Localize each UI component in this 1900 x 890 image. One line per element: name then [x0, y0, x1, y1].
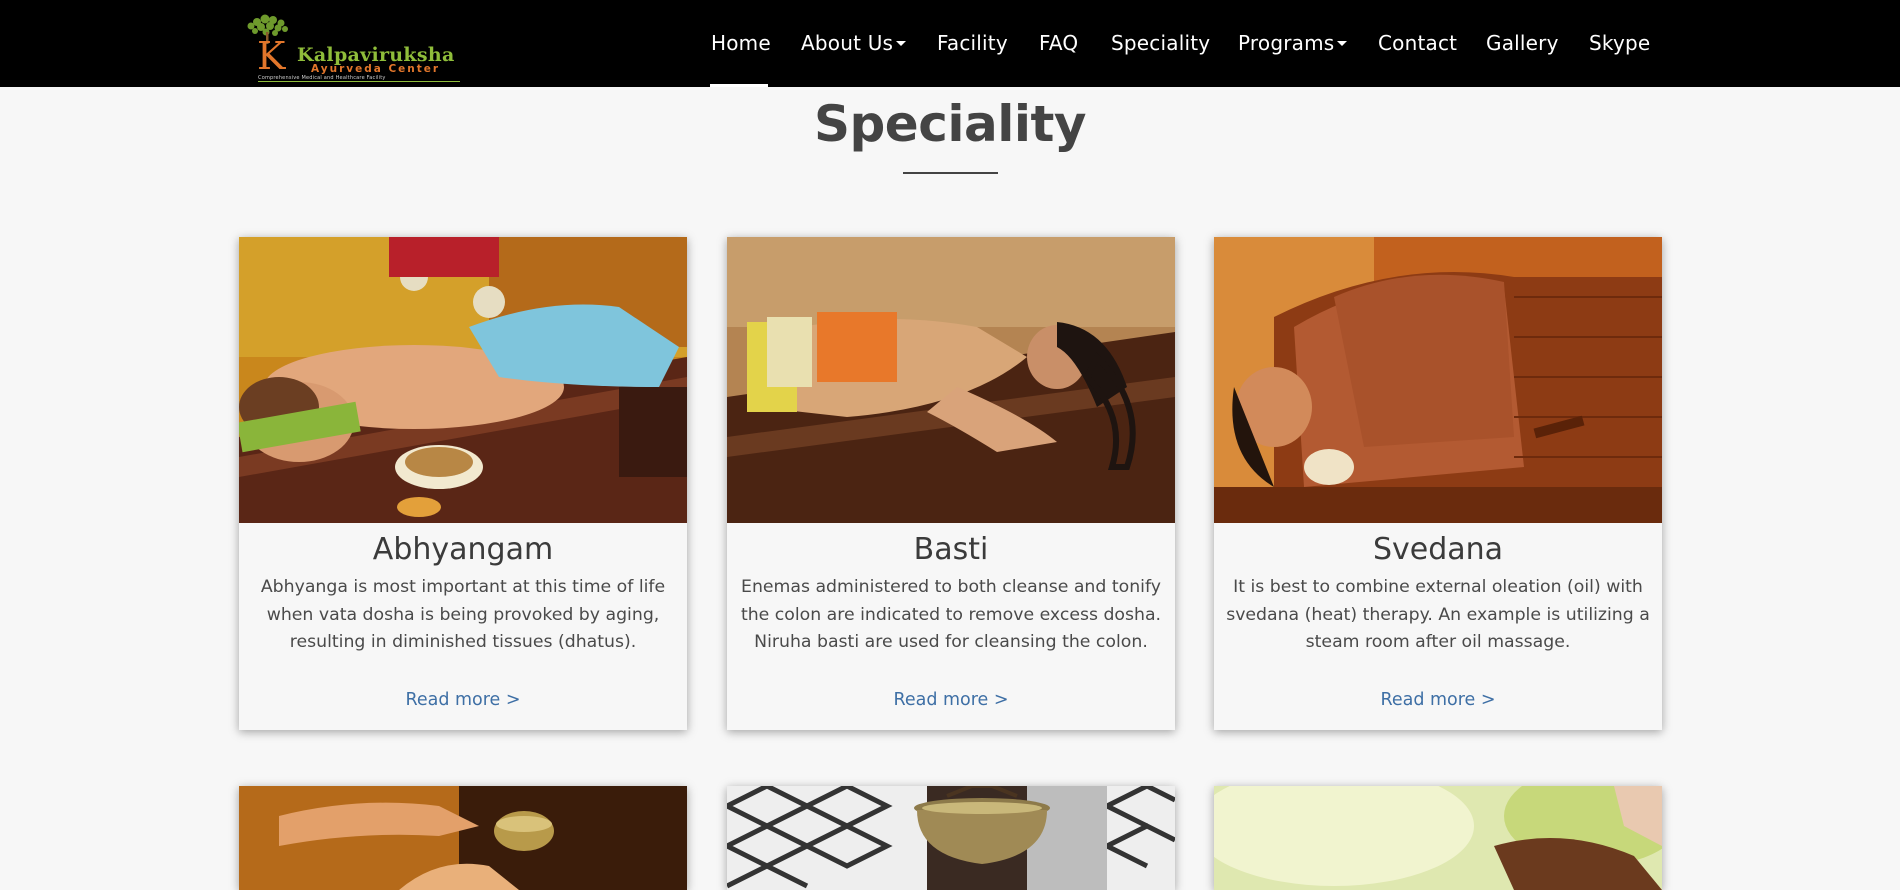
- nav-gallery[interactable]: Gallery: [1486, 30, 1559, 56]
- speciality-card-row2-1: [239, 786, 687, 890]
- card-description: It is best to combine external oleation …: [1226, 577, 1650, 652]
- basti-photo: [727, 237, 1175, 523]
- logo-title: Kalpaviruksha: [297, 44, 455, 66]
- logo-letter: K: [257, 34, 286, 78]
- read-more-link[interactable]: Read more >: [239, 688, 687, 712]
- massage-hands-photo: [1214, 786, 1662, 890]
- card-description: Enemas administered to both cleanse and …: [740, 577, 1162, 652]
- nav-home-label: Home: [711, 31, 771, 55]
- caret-down-icon: [1337, 41, 1348, 46]
- nav-contact[interactable]: Contact: [1378, 30, 1457, 56]
- speciality-card-basti: Basti Enemas administered to both cleans…: [727, 237, 1175, 730]
- oil-pouring-photo: [239, 786, 687, 890]
- nav-facility-label: Facility: [937, 31, 1008, 55]
- nav-speciality-label: Speciality: [1111, 31, 1211, 55]
- nav-active-indicator: [710, 84, 768, 87]
- svedana-photo: [1214, 237, 1662, 523]
- card-title: Svedana: [1372, 532, 1504, 567]
- caret-down-icon: [896, 41, 907, 46]
- nav-about-us-label: About Us: [801, 31, 894, 55]
- speciality-card-svedana: Svedana It is best to combine external o…: [1214, 237, 1662, 730]
- abhyangam-photo: [239, 237, 687, 523]
- nav-skype-label: Skype: [1589, 31, 1651, 55]
- speciality-card-abhyangam: Abhyangam Abhyanga is most important at …: [239, 237, 687, 730]
- card-title: Abhyangam: [372, 532, 554, 567]
- nav-home[interactable]: Home: [711, 30, 771, 56]
- logo-tagline: Comprehensive Medical and Healthcare Fac…: [258, 75, 460, 82]
- nav-speciality[interactable]: Speciality: [1111, 30, 1210, 56]
- nav-skype[interactable]: Skype: [1589, 30, 1650, 56]
- nav-programs[interactable]: Programs: [1238, 30, 1348, 56]
- read-more-link[interactable]: Read more >: [1214, 688, 1662, 712]
- logo-subtitle: Ayurveda Center: [311, 63, 441, 75]
- nav-about-us[interactable]: About Us: [801, 30, 907, 56]
- title-divider: [903, 172, 998, 174]
- site-logo[interactable]: K Kalpaviruksha Ayurveda Center Comprehe…: [237, 14, 462, 82]
- speciality-card-row2-2: [727, 786, 1175, 890]
- section-title: Speciality: [813, 95, 1087, 153]
- nav-faq[interactable]: FAQ: [1039, 30, 1078, 56]
- nav-programs-label: Programs: [1238, 31, 1335, 55]
- read-more-link[interactable]: Read more >: [727, 688, 1175, 712]
- top-navbar: K Kalpaviruksha Ayurveda Center Comprehe…: [0, 0, 1900, 87]
- nav-contact-label: Contact: [1378, 31, 1458, 55]
- nav-faq-label: FAQ: [1039, 31, 1079, 55]
- shirodhara-pot-photo: [727, 786, 1175, 890]
- speciality-card-row2-3: [1214, 786, 1662, 890]
- card-title: Basti: [913, 532, 989, 567]
- nav-facility[interactable]: Facility: [937, 30, 1008, 56]
- card-description: Abhyanga is most important at this time …: [260, 577, 666, 652]
- nav-gallery-label: Gallery: [1486, 31, 1559, 55]
